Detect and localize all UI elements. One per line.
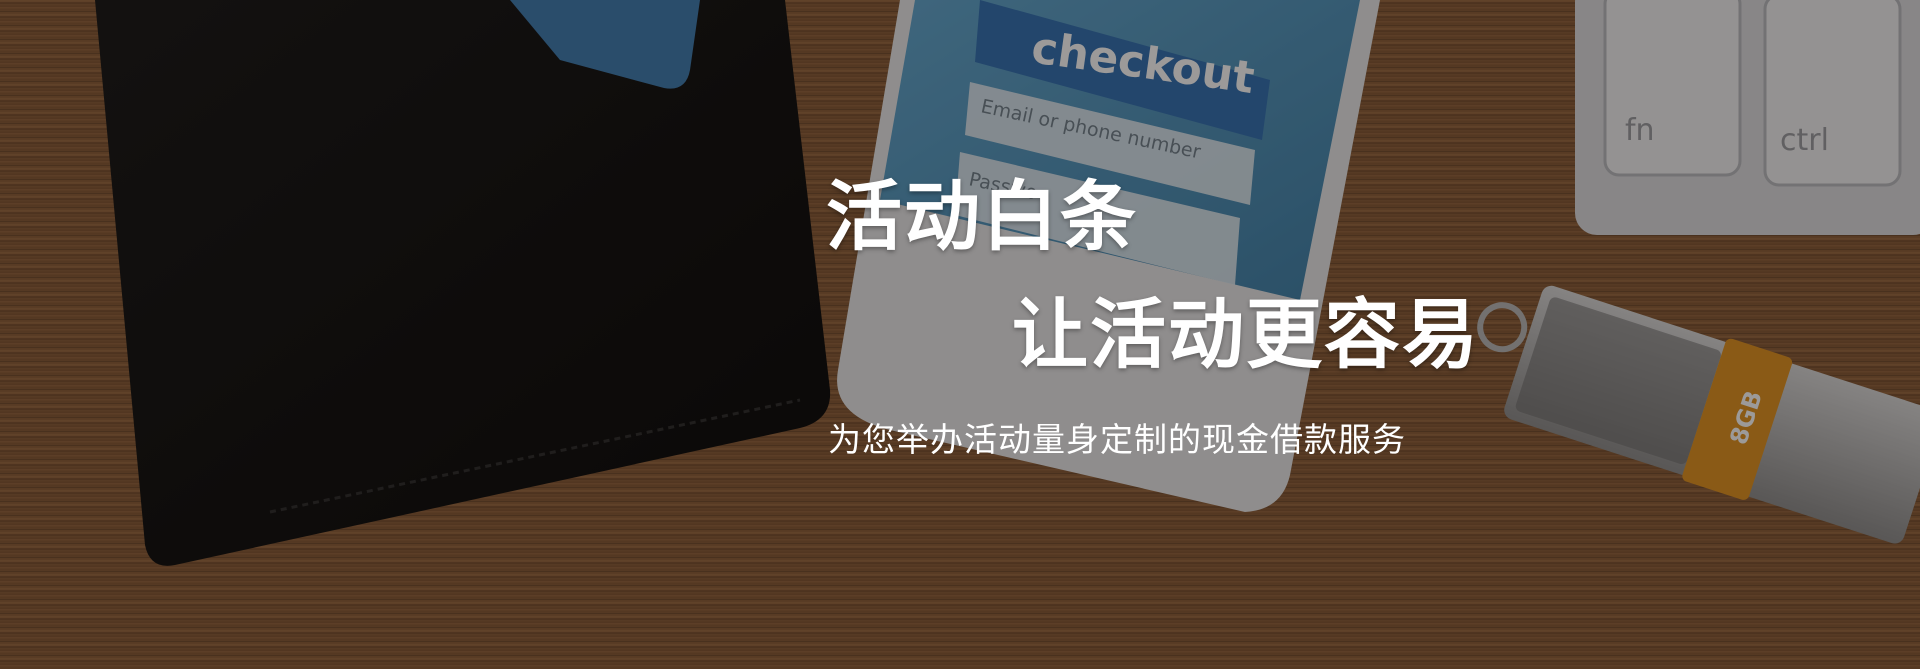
banner-subtitle: 为您举办活动量身定制的现金借款服务 [828, 420, 1406, 459]
headline-primary: 活动白条 [826, 172, 1138, 261]
hero-banner: checkout Email or phone number Passwo fn… [0, 0, 1920, 669]
headline-secondary: 让活动更容易 [1012, 290, 1480, 379]
background-photo: checkout Email or phone number Passwo fn… [0, 0, 1920, 669]
